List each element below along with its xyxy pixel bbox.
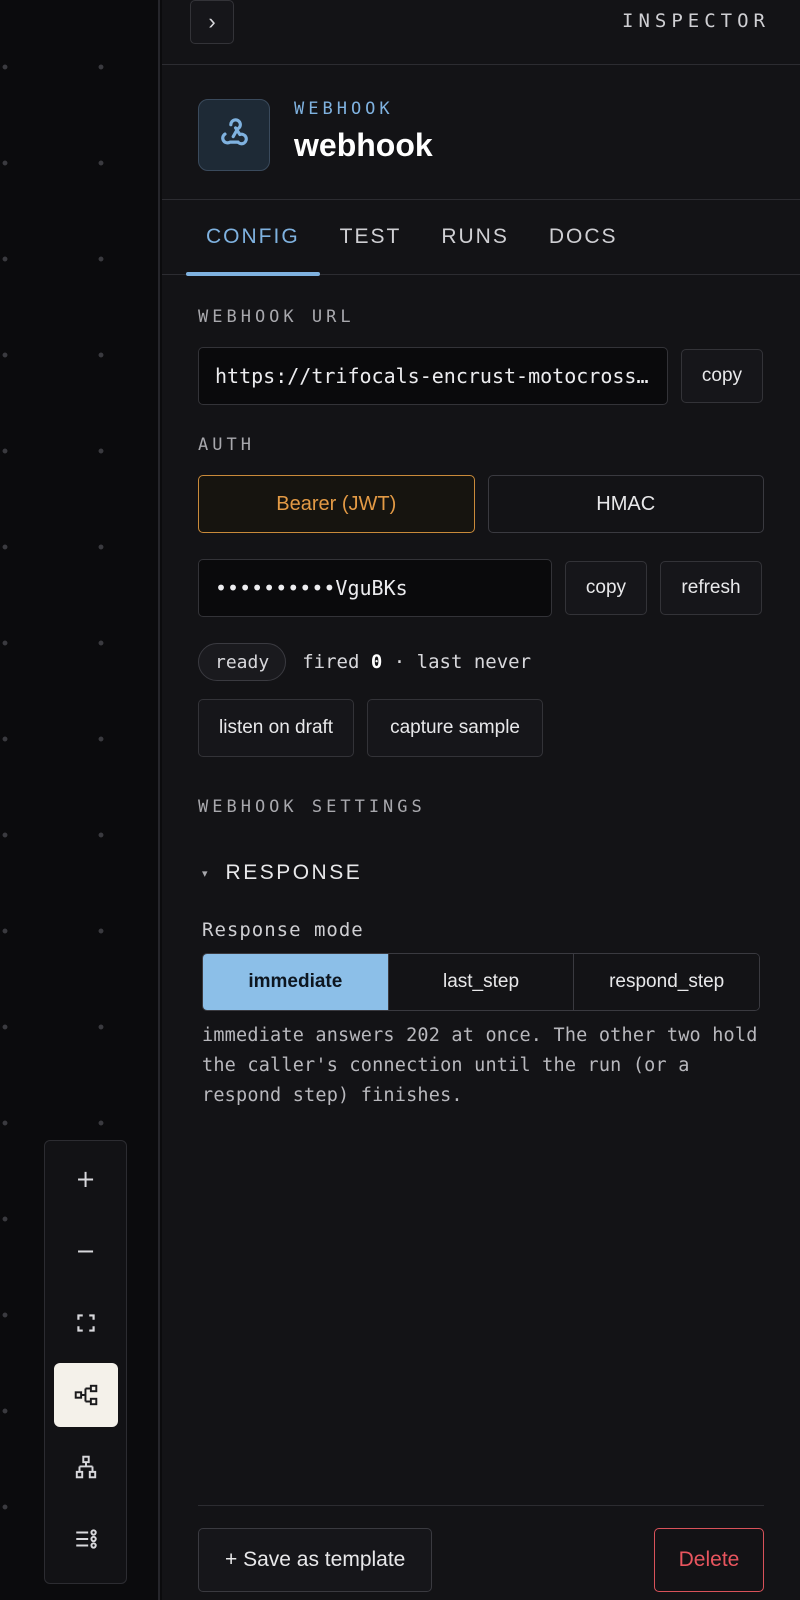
refresh-token-button[interactable]: refresh <box>660 561 762 615</box>
auth-bearer-button[interactable]: Bearer (JWT) <box>198 475 475 533</box>
fired-count: 0 <box>370 651 383 673</box>
inspector-panel: › INSPECTOR WEBHOOK webhook CONFIG TEST … <box>162 0 800 1600</box>
auth-token-field[interactable]: ••••••••••VguBKs <box>198 559 552 617</box>
node-header: WEBHOOK webhook <box>162 65 800 200</box>
last-fired-text: · last never <box>393 651 532 673</box>
fired-label: fired <box>302 651 360 673</box>
workflow-canvas[interactable]: + − <box>0 0 160 1600</box>
node-type-label: WEBHOOK <box>294 99 394 119</box>
list-settings-icon <box>75 1529 97 1549</box>
response-section-toggle[interactable]: ▾ RESPONSE <box>198 861 764 885</box>
response-mode-help: immediate answers 202 at once. The other… <box>202 1025 758 1106</box>
status-badge: ready <box>198 643 287 681</box>
inspector-topbar: › INSPECTOR <box>162 0 800 65</box>
vertical-tree-icon <box>75 1455 96 1479</box>
tab-docs[interactable]: DOCS <box>529 200 638 274</box>
listen-on-draft-button[interactable]: listen on draft <box>198 699 355 757</box>
layout-vertical-button[interactable] <box>54 1435 118 1499</box>
delete-node-button[interactable]: Delete <box>654 1528 764 1592</box>
copy-url-button[interactable]: copy <box>681 349 763 403</box>
auth-label: AUTH <box>198 435 255 455</box>
fire-status: fired 0 · last never <box>302 651 531 673</box>
webhook-settings-label: WEBHOOK SETTINGS <box>198 797 426 817</box>
webhook-url-value: https://trifocals-encrust-motocross.hook… <box>215 364 651 388</box>
mode-respond-step[interactable]: respond_step <box>574 954 759 1010</box>
node-name: webhook <box>294 127 433 163</box>
mode-immediate[interactable]: immediate <box>203 954 389 1010</box>
tab-runs[interactable]: RUNS <box>421 200 529 274</box>
inspector-footer: + Save as template Delete <box>198 1505 764 1600</box>
node-list-button[interactable] <box>54 1507 118 1571</box>
inspector-title: INSPECTOR <box>622 10 770 32</box>
fit-view-button[interactable] <box>54 1291 118 1355</box>
horizontal-tree-icon <box>74 1384 97 1406</box>
webhook-url-label: WEBHOOK URL <box>198 307 355 327</box>
response-section-title: RESPONSE <box>225 861 363 884</box>
save-as-template-button[interactable]: + Save as template <box>198 1528 433 1592</box>
collapse-panel-button[interactable]: › <box>190 0 234 44</box>
webhook-icon <box>198 99 270 171</box>
response-mode-selector: immediate last_step respond_step <box>202 953 760 1011</box>
chevron-right-icon: › <box>208 9 216 34</box>
zoom-out-button[interactable]: − <box>54 1219 118 1283</box>
auth-token-value: ••••••••••VguBKs <box>215 576 408 600</box>
tab-config[interactable]: CONFIG <box>186 200 320 276</box>
plus-icon: + <box>75 1165 96 1193</box>
response-mode-label: Response mode <box>202 919 364 941</box>
inspector-tabs: CONFIG TEST RUNS DOCS <box>162 200 800 276</box>
config-content: WEBHOOK URL https://trifocals-encrust-mo… <box>162 307 800 1111</box>
copy-token-button[interactable]: copy <box>565 561 647 615</box>
layout-horizontal-button[interactable] <box>53 1363 118 1427</box>
caret-down-icon: ▾ <box>202 867 208 880</box>
capture-sample-button[interactable]: capture sample <box>367 699 543 757</box>
canvas-toolbar: + − <box>44 1140 127 1584</box>
fullscreen-icon <box>76 1314 95 1332</box>
minus-icon: − <box>75 1237 96 1265</box>
tab-test[interactable]: TEST <box>320 200 422 274</box>
zoom-in-button[interactable]: + <box>54 1147 118 1211</box>
mode-last-step[interactable]: last_step <box>388 954 575 1010</box>
auth-hmac-button[interactable]: HMAC <box>487 475 764 533</box>
webhook-url-field[interactable]: https://trifocals-encrust-motocross.hook… <box>198 347 668 405</box>
